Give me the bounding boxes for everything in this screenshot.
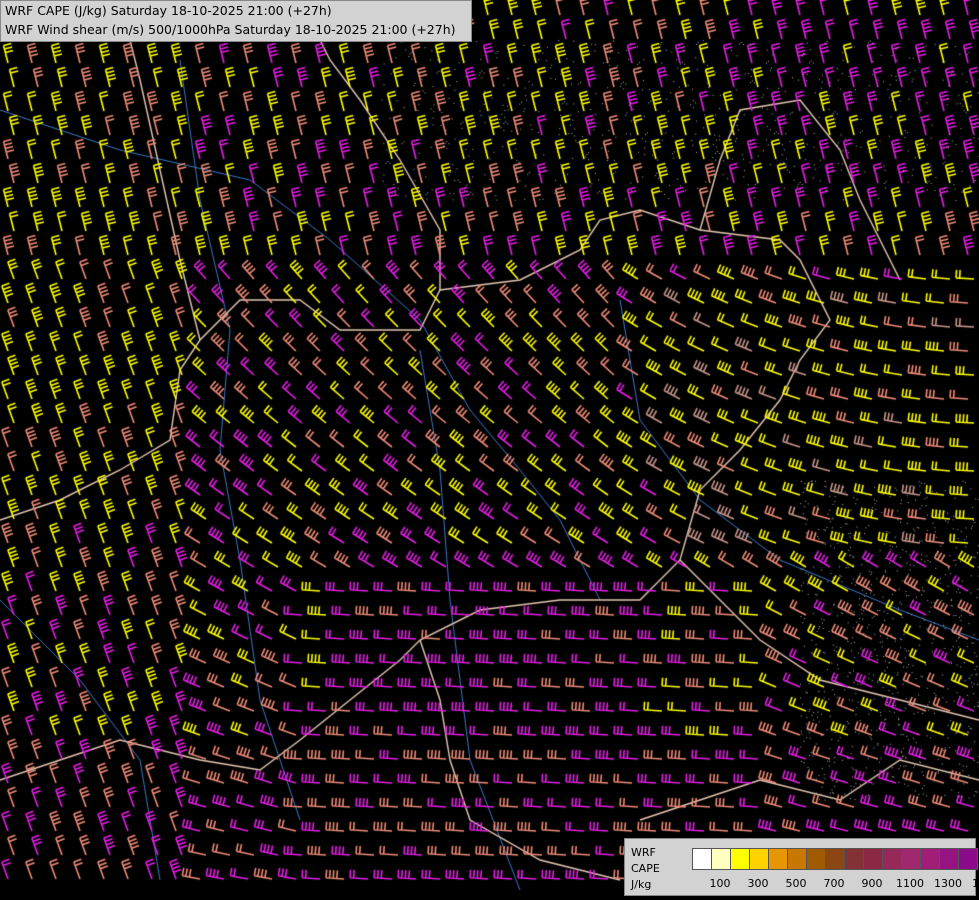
wind-shear-title: WRF Wind shear (m/s) 500/1000hPa Saturda… [5, 22, 456, 37]
cape-title: WRF CAPE (J/kg) Saturday 18-10-2025 21:0… [5, 3, 332, 18]
legend-swatch [902, 849, 921, 869]
legend-swatch [826, 849, 845, 869]
map-title-panel: WRF CAPE (J/kg) Saturday 18-10-2025 21:0… [0, 0, 472, 42]
legend-swatch [921, 849, 940, 869]
legend-tick: 100 [709, 877, 731, 890]
legend-variable-label: CAPE [631, 862, 660, 875]
legend-swatch [693, 849, 712, 869]
legend-tick: 1500 [972, 877, 979, 890]
legend-tick: 1100 [896, 877, 924, 890]
legend-swatch [788, 849, 807, 869]
legend-swatch [712, 849, 731, 869]
legend-tick: 1300 [934, 877, 962, 890]
legend-swatch [845, 849, 864, 869]
legend-swatch [769, 849, 788, 869]
legend-unit-label: J/kg [631, 878, 652, 891]
legend-tick: 500 [785, 877, 807, 890]
cape-legend: WRF CAPE J/kg 100 300 500 700 900 1100 1300 150… [624, 838, 979, 896]
legend-swatch [731, 849, 750, 869]
legend-swatch [750, 849, 769, 869]
legend-tick: 700 [823, 877, 845, 890]
legend-swatch [864, 849, 883, 869]
legend-color-scale [692, 848, 978, 870]
legend-swatch [940, 849, 959, 869]
legend-swatch [959, 849, 977, 869]
legend-tick: 900 [861, 877, 883, 890]
legend-model-label: WRF [631, 846, 656, 859]
legend-swatch [883, 849, 902, 869]
legend-swatch [807, 849, 826, 869]
wind-shear-map[interactable] [0, 0, 979, 900]
legend-tick: 300 [747, 877, 769, 890]
